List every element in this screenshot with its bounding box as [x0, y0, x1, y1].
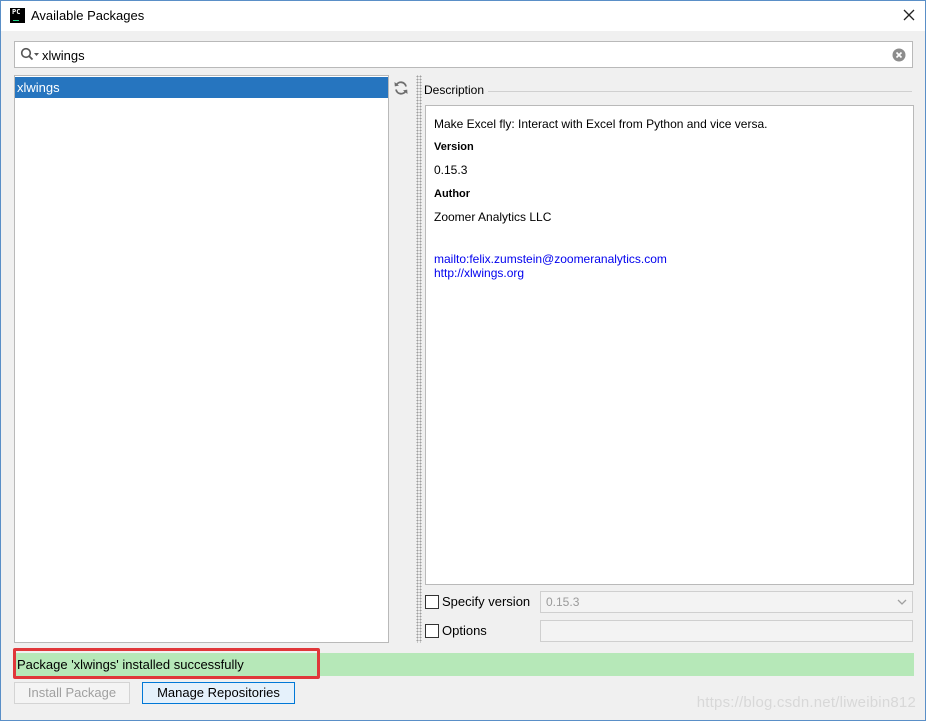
- splitter-handle[interactable]: [416, 75, 422, 643]
- options-field[interactable]: [540, 620, 913, 642]
- divider: [488, 91, 912, 92]
- search-input[interactable]: [42, 46, 882, 64]
- description-panel: Make Excel fly: Interact with Excel from…: [425, 105, 914, 585]
- version-select[interactable]: 0.15.3: [540, 591, 913, 613]
- chevron-down-icon: [896, 592, 908, 612]
- manage-repositories-button[interactable]: Manage Repositories: [142, 682, 295, 704]
- close-icon[interactable]: [901, 6, 917, 24]
- description-header: Description: [424, 83, 485, 97]
- search-icon[interactable]: [20, 47, 40, 63]
- email-link[interactable]: mailto:felix.zumstein@zoomeranalytics.co…: [434, 252, 667, 266]
- install-package-button[interactable]: Install Package: [14, 682, 130, 704]
- version-heading: Version: [434, 141, 474, 153]
- title-bar: PC Available Packages: [1, 1, 925, 31]
- window-title: Available Packages: [31, 8, 145, 23]
- specify-version-label: Specify version: [442, 594, 531, 609]
- author-value: Zoomer Analytics LLC: [434, 210, 552, 224]
- description-summary: Make Excel fly: Interact with Excel from…: [434, 117, 768, 131]
- options-checkbox[interactable]: [425, 624, 439, 638]
- app-icon-text: PC: [12, 8, 21, 16]
- pycharm-logo-icon: PC: [10, 8, 25, 23]
- package-list: xlwings: [14, 75, 389, 643]
- refresh-icon[interactable]: [392, 79, 410, 97]
- author-heading: Author: [434, 188, 471, 200]
- search-box: [14, 41, 913, 68]
- available-packages-dialog: PC Available Packages xlwings xlwings De…: [0, 0, 926, 721]
- status-highlight-box: [13, 648, 320, 679]
- version-select-value: 0.15.3: [546, 595, 580, 609]
- version-value: 0.15.3: [434, 163, 468, 177]
- watermark: https://blog.csdn.net/liweibin812: [696, 694, 916, 711]
- homepage-link[interactable]: http://xlwings.org: [434, 266, 524, 280]
- list-item[interactable]: xlwings: [15, 77, 388, 98]
- options-label: Options: [442, 623, 487, 638]
- clear-icon[interactable]: [892, 48, 906, 62]
- specify-version-checkbox[interactable]: [425, 595, 439, 609]
